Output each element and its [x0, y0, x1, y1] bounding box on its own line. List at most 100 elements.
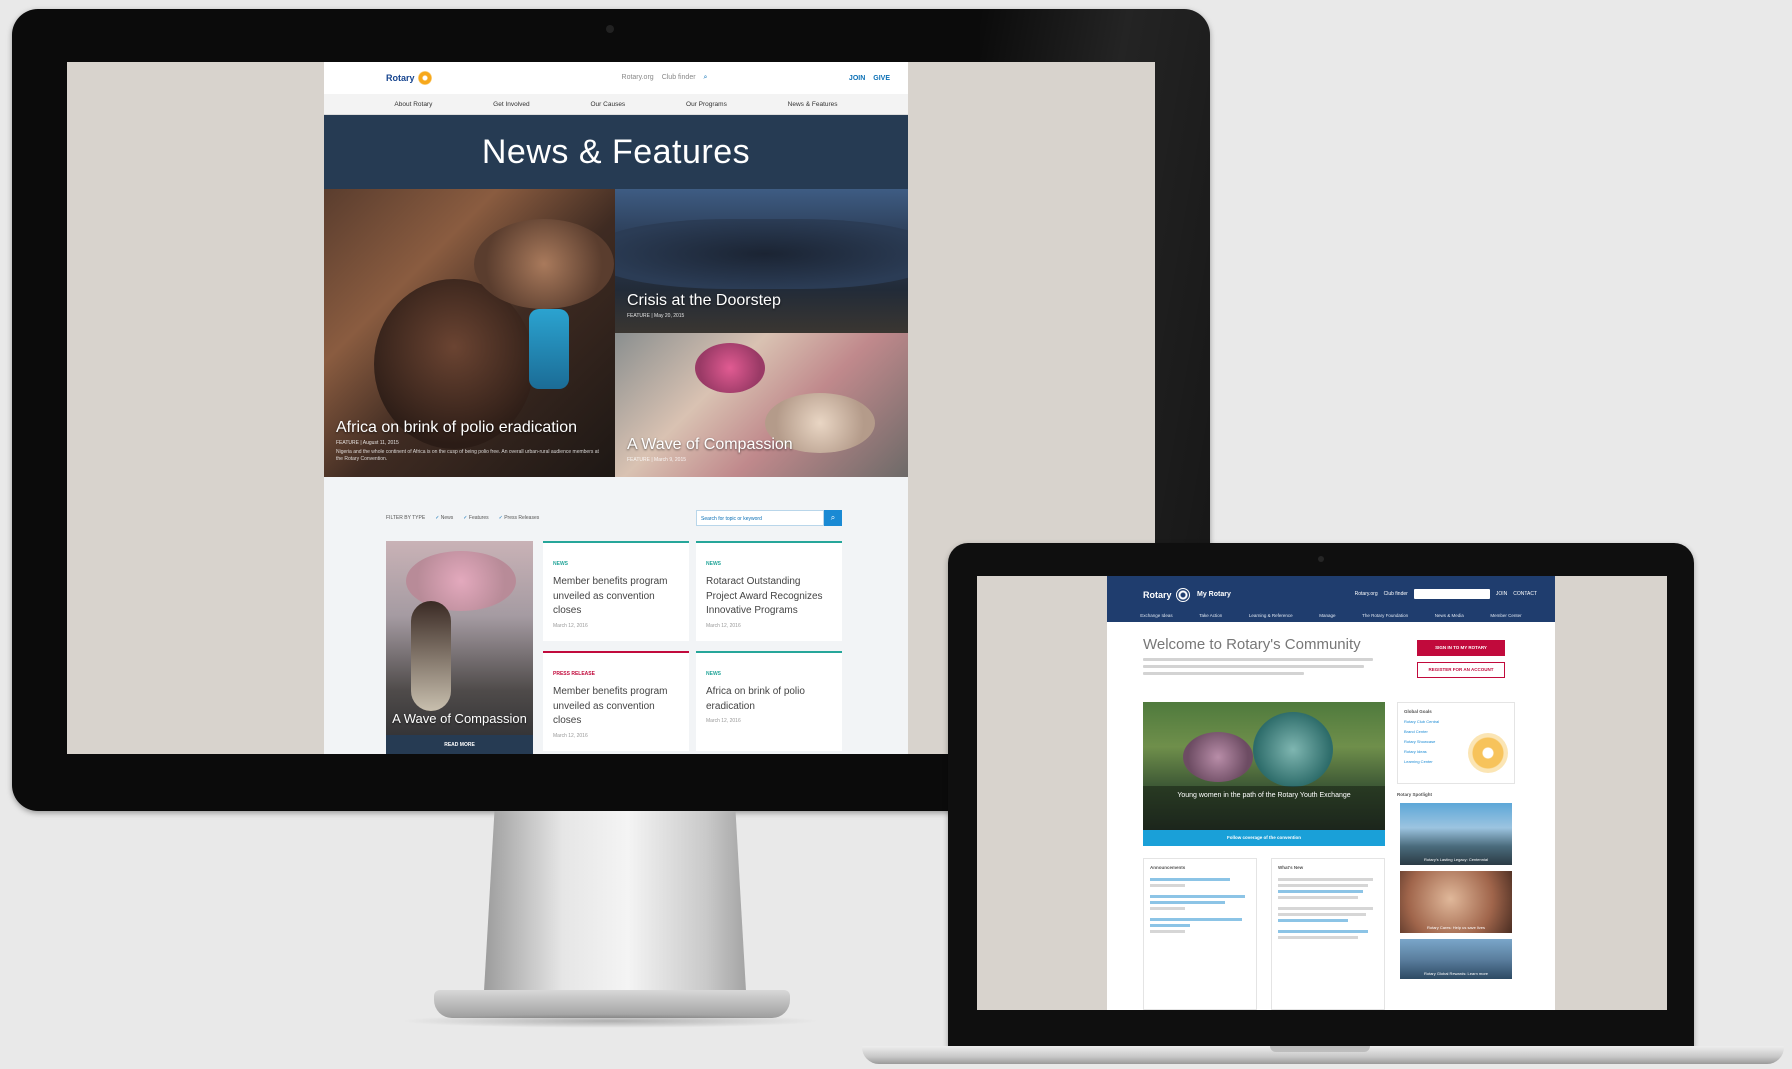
card-date: March 12, 2016 — [706, 622, 741, 629]
feature-tile-polio[interactable]: Africa on brink of polio eradication FEA… — [324, 189, 615, 477]
header-link[interactable]: Rotary.org — [1355, 591, 1378, 597]
feature-title: Africa on brink of polio eradication — [336, 419, 578, 436]
news-card[interactable]: NEWS Africa on brink of polio eradicatio… — [696, 651, 842, 751]
nav-item[interactable]: Manage — [1319, 613, 1335, 618]
link-line[interactable] — [1150, 895, 1245, 898]
laptop-notch — [1270, 1046, 1370, 1052]
card-date: March 12, 2016 — [553, 732, 588, 739]
imac-shadow — [400, 1014, 820, 1028]
sidebar-link[interactable]: Rotary Club Central — [1404, 719, 1508, 724]
nav-item[interactable]: Take Action — [1199, 613, 1222, 618]
link-line[interactable] — [1278, 890, 1363, 893]
top-bar: Rotary Rotary.org Club finder ⌕ JOIN GIV… — [324, 62, 908, 94]
imac-stand-neck — [484, 811, 746, 991]
logo-text: Rotary — [1143, 590, 1172, 600]
filter-news[interactable]: ✓ News — [435, 515, 453, 521]
filter-press[interactable]: ✓ Press Releases — [499, 515, 540, 521]
nav-item[interactable]: The Rotary Foundation — [1362, 613, 1408, 618]
nav-item[interactable]: Get Involved — [493, 101, 530, 108]
join-link[interactable]: JOIN — [849, 75, 865, 82]
nav-item[interactable]: Exchange Ideas — [1140, 613, 1172, 618]
spotlight-item[interactable]: Rotary Cares: Help us save lives — [1400, 871, 1512, 933]
spotlight-item[interactable]: Rotary Global Rewards: Learn more — [1400, 939, 1512, 979]
card-title: Member benefits program unveiled as conv… — [553, 686, 668, 726]
card-date: March 12, 2016 — [553, 622, 588, 629]
header-link[interactable]: Club finder — [1384, 591, 1408, 597]
sign-in-button[interactable]: SIGN IN TO MY ROTARY — [1417, 640, 1505, 656]
spotlight-caption: Rotary Global Rewards: Learn more — [1423, 971, 1489, 976]
filter-features[interactable]: ✓ Features — [463, 515, 488, 521]
give-link[interactable]: GIVE — [873, 75, 890, 82]
announcements-panel: Announcements — [1143, 858, 1257, 1010]
laptop-screen: Rotary My Rotary Rotary.org Club finder … — [977, 576, 1667, 1010]
image-card[interactable]: A Wave of Compassion READ MORE — [386, 541, 533, 754]
nav-item[interactable]: News & Features — [788, 101, 838, 108]
link-line[interactable] — [1150, 901, 1225, 904]
search-icon[interactable]: ⌕ — [704, 74, 708, 82]
feature-image[interactable]: Young women in the path of the Rotary Yo… — [1143, 702, 1385, 830]
site-header: Rotary My Rotary Rotary.org Club finder … — [1107, 576, 1555, 622]
nav-item[interactable]: Our Causes — [591, 101, 626, 108]
spotlight-item[interactable]: Rotary's Lasting Legacy: Centennial — [1400, 803, 1512, 865]
feature-tile-compassion[interactable]: A Wave of Compassion FEATURE | March 9, … — [615, 333, 908, 477]
read-more-button[interactable]: READ MORE — [386, 735, 533, 754]
feature-title: Young women in the path of the Rotary Yo… — [1177, 792, 1351, 799]
top-link[interactable]: Rotary.org — [622, 74, 654, 82]
nav-item[interactable]: Learning & Reference — [1249, 613, 1293, 618]
feature-tile-crisis[interactable]: Crisis at the Doorstep FEATURE | May 20,… — [615, 189, 908, 333]
card-title: Member benefits program unveiled as conv… — [553, 576, 668, 616]
girl-photo — [411, 601, 451, 711]
card-tag: NEWS — [706, 561, 721, 567]
panel-title: Announcements — [1150, 865, 1186, 870]
text-line — [1143, 665, 1364, 668]
spotlight-caption: Rotary Cares: Help us save lives — [1426, 925, 1486, 930]
card-title: Rotaract Outstanding Project Award Recog… — [706, 576, 823, 616]
check-icon: ✓ — [435, 515, 440, 521]
text-line — [1278, 913, 1366, 916]
laptop-camera — [1318, 556, 1324, 562]
rotary-logo[interactable]: Rotary — [1143, 588, 1190, 602]
card-title: Africa on brink of polio eradication — [706, 686, 805, 712]
search-input[interactable]: Search for topic or keyword — [696, 510, 824, 526]
feature-description: Nigeria and the whole continent of Afric… — [336, 449, 599, 462]
search-button[interactable]: ⌕ — [824, 510, 842, 526]
card-date: March 12, 2016 — [706, 718, 741, 724]
check-icon: ✓ — [463, 515, 468, 521]
feature-link-bar[interactable]: Follow coverage of the convention — [1143, 830, 1385, 846]
nav-item[interactable]: Member Center — [1490, 613, 1521, 618]
news-card[interactable]: NEWS Member benefits program unveiled as… — [543, 541, 689, 641]
link-line[interactable] — [1278, 930, 1368, 933]
search-input[interactable] — [1413, 589, 1490, 599]
check-icon: ✓ — [498, 515, 503, 521]
rotary-wheel-icon — [1175, 588, 1190, 602]
feature-caption: Young women in the path of the Rotary Yo… — [1143, 786, 1385, 830]
page-title: News & Features — [324, 115, 908, 189]
link-line[interactable] — [1150, 918, 1242, 921]
hands-photo — [474, 219, 614, 309]
link-line[interactable] — [1150, 878, 1230, 881]
contact-link[interactable]: CONTACT — [1513, 591, 1537, 597]
feature-meta: FEATURE | August 11, 2015 — [336, 440, 399, 446]
quick-links: Global Goals Rotary Club Central Brand C… — [1397, 702, 1515, 784]
rotary-wheel-icon — [417, 71, 432, 85]
feature-caption: Crisis at the Doorstep FEATURE | May 20,… — [627, 292, 896, 319]
nav-item[interactable]: News & Media — [1435, 613, 1464, 618]
top-link[interactable]: Club finder — [662, 74, 696, 82]
whats-new-panel: What's New — [1271, 858, 1385, 1010]
news-card[interactable]: NEWS Rotaract Outstanding Project Award … — [696, 541, 842, 641]
top-links: Rotary.org Club finder ⌕ — [622, 74, 708, 82]
news-card[interactable]: PRESS RELEASE Member benefits program un… — [543, 651, 689, 751]
section-title: My Rotary — [1197, 591, 1231, 598]
link-line[interactable] — [1278, 919, 1348, 922]
filter-label-press: Press Releases — [504, 515, 540, 521]
link-line[interactable] — [1150, 924, 1190, 927]
text-line — [1278, 907, 1373, 910]
text-line — [1143, 672, 1304, 675]
nav-item[interactable]: Our Programs — [686, 101, 727, 108]
register-button[interactable]: REGISTER FOR AN ACCOUNT — [1417, 662, 1505, 678]
nav-item[interactable]: About Rotary — [394, 101, 432, 108]
rotary-logo[interactable]: Rotary — [386, 71, 432, 85]
search-icon: ⌕ — [830, 513, 836, 522]
feature-grid: Africa on brink of polio eradication FEA… — [324, 189, 908, 477]
join-link[interactable]: JOIN — [1496, 591, 1507, 597]
